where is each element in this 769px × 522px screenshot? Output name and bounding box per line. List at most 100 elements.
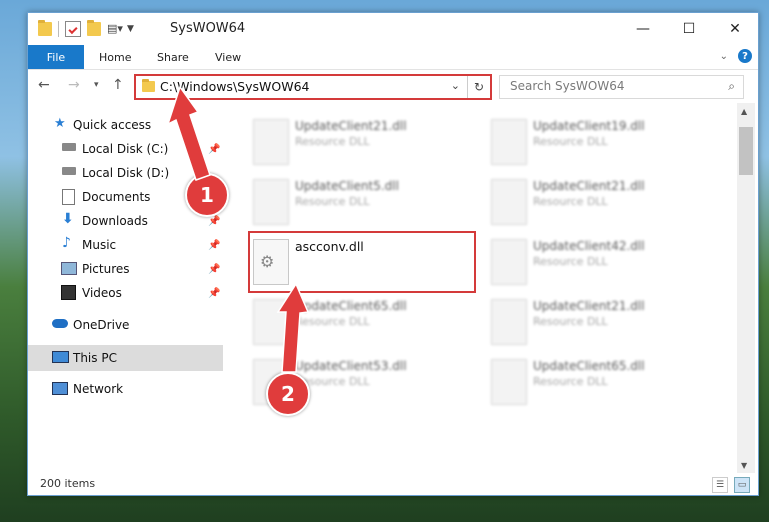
file-name: UpdateClient19.dll xyxy=(533,119,645,133)
film-icon xyxy=(61,285,76,300)
expand-ribbon-icon[interactable]: ⌄ xyxy=(720,51,728,62)
tab-home[interactable]: Home xyxy=(99,45,131,69)
search-input[interactable]: Search SysWOW64 ⌕ xyxy=(499,75,744,99)
sidebar-item-quick-access[interactable]: ★ Quick access xyxy=(28,113,223,137)
sidebar-item-onedrive[interactable]: OneDrive xyxy=(28,313,223,337)
sidebar-item-music[interactable]: ♪ Music 📌 xyxy=(28,233,223,257)
list-item[interactable]: UpdateClient21.dll Resource DLL xyxy=(483,295,703,351)
sidebar-item-label: Quick access xyxy=(73,118,152,132)
sidebar-item-videos[interactable]: Videos 📌 xyxy=(28,281,223,305)
maximize-button[interactable]: ☐ xyxy=(666,13,712,45)
sidebar-item-label: Network xyxy=(73,382,124,396)
details-view-icon[interactable]: ☰ xyxy=(712,477,728,493)
dropdown-arrow-icon[interactable]: ▼ xyxy=(127,22,141,36)
file-name: UpdateClient5.dll xyxy=(295,179,399,193)
file-type: Resource DLL xyxy=(533,375,608,388)
dll-file-icon xyxy=(253,179,289,225)
list-item[interactable]: UpdateClient21.dll Resource DLL xyxy=(245,115,465,171)
dll-file-icon xyxy=(253,299,289,345)
dll-file-icon xyxy=(491,359,527,405)
file-type: Resource DLL xyxy=(533,135,608,148)
folder-icon xyxy=(38,20,52,36)
minimize-button[interactable]: — xyxy=(620,13,666,45)
search-icon[interactable]: ⌕ xyxy=(728,79,735,94)
close-button[interactable]: ✕ xyxy=(712,13,758,45)
sidebar-item-label: Documents xyxy=(82,190,151,204)
file-name: UpdateClient65.dll xyxy=(533,359,645,373)
pin-icon: 📌 xyxy=(208,239,221,251)
recent-locations-icon[interactable]: ▾ xyxy=(94,80,99,90)
sidebar-item-label: Videos xyxy=(82,286,122,300)
window-title: SysWOW64 xyxy=(170,21,246,36)
ribbon-right-controls: ⌄ ? xyxy=(720,49,752,63)
list-item[interactable]: UpdateClient19.dll Resource DLL xyxy=(483,115,703,171)
music-note-icon: ♪ xyxy=(62,235,71,251)
file-type: Resource DLL xyxy=(295,315,370,328)
picture-icon xyxy=(61,262,77,275)
sidebar-item-label: Downloads xyxy=(82,214,148,228)
file-explorer-window: ▤▾ ▼ SysWOW64 — ☐ ✕ File Home Share View… xyxy=(27,12,759,496)
sidebar-item-this-pc[interactable]: This PC xyxy=(28,345,223,371)
sidebar-item-label: Local Disk (C:) xyxy=(82,142,169,156)
pin-icon: 📌 xyxy=(208,287,221,299)
file-name: UpdateClient21.dll xyxy=(533,179,645,193)
navigation-pane: ★ Quick access Local Disk (C:) 📌 Local D… xyxy=(28,103,223,473)
status-bar: 200 items ☰ ▭ xyxy=(28,473,758,495)
scroll-down-icon[interactable]: ▼ xyxy=(741,461,747,470)
back-arrow-icon[interactable]: ← xyxy=(38,77,50,93)
customize-toolbar-icon[interactable]: ▤▾ xyxy=(107,22,123,36)
highlight-box-ascconv xyxy=(248,231,476,293)
help-icon[interactable]: ? xyxy=(738,49,752,63)
sidebar-item-pictures[interactable]: Pictures 📌 xyxy=(28,257,223,281)
address-bar[interactable]: C:\Windows\SysWOW64 ⌄ ↻ xyxy=(134,74,492,100)
address-path[interactable]: C:\Windows\SysWOW64 xyxy=(160,79,309,94)
sidebar-item-label: OneDrive xyxy=(73,318,130,332)
computer-icon xyxy=(52,351,69,363)
tab-view[interactable]: View xyxy=(215,45,241,69)
file-name: UpdateClient53.dll xyxy=(295,359,407,373)
download-arrow-icon: ⬇ xyxy=(62,211,74,227)
list-item[interactable]: UpdateClient65.dll Resource DLL xyxy=(245,295,465,351)
file-type: Resource DLL xyxy=(295,135,370,148)
list-item[interactable]: UpdateClient21.dll Resource DLL xyxy=(483,175,703,231)
network-icon xyxy=(52,382,68,395)
properties-icon[interactable] xyxy=(65,21,81,37)
dll-file-icon xyxy=(491,239,527,285)
address-folder-icon xyxy=(142,79,155,92)
pin-icon: 📌 xyxy=(208,263,221,275)
vertical-scrollbar[interactable]: ▲ ▼ xyxy=(737,103,755,473)
forward-arrow-icon[interactable]: → xyxy=(68,77,80,93)
file-type: Resource DLL xyxy=(533,315,608,328)
scrollbar-thumb[interactable] xyxy=(739,127,753,175)
dll-file-icon xyxy=(491,119,527,165)
pin-icon: 📌 xyxy=(208,215,221,227)
list-item[interactable]: UpdateClient5.dll Resource DLL xyxy=(245,175,465,231)
cloud-icon xyxy=(52,319,68,328)
sidebar-item-label: Music xyxy=(82,238,117,252)
pin-icon: 📌 xyxy=(208,143,221,155)
sidebar-item-network[interactable]: Network xyxy=(28,377,223,401)
file-name: UpdateClient42.dll xyxy=(533,239,645,253)
tab-share[interactable]: Share xyxy=(157,45,189,69)
star-icon: ★ xyxy=(54,116,66,131)
scroll-up-icon[interactable]: ▲ xyxy=(741,107,747,116)
refresh-icon[interactable]: ↻ xyxy=(467,76,490,98)
large-icons-view-icon[interactable]: ▭ xyxy=(734,477,750,493)
drive-icon xyxy=(62,143,76,151)
sidebar-item-label: Local Disk (D:) xyxy=(82,166,170,180)
search-placeholder: Search SysWOW64 xyxy=(510,79,625,93)
sidebar-item-local-disk-c[interactable]: Local Disk (C:) 📌 xyxy=(28,137,223,161)
list-item[interactable]: UpdateClient42.dll Resource DLL xyxy=(483,235,703,291)
ribbon-tabs: File Home Share View ⌄ ? xyxy=(28,45,758,70)
quick-access-toolbar: ▤▾ ▼ xyxy=(38,20,141,37)
dll-file-icon xyxy=(491,299,527,345)
dll-file-icon xyxy=(491,179,527,225)
up-arrow-icon[interactable]: ↑ xyxy=(112,77,124,93)
file-name: UpdateClient21.dll xyxy=(295,119,407,133)
list-item[interactable]: UpdateClient65.dll Resource DLL xyxy=(483,355,703,411)
tab-file[interactable]: File xyxy=(28,45,84,69)
address-dropdown-icon[interactable]: ⌄ xyxy=(451,79,460,92)
item-count: 200 items xyxy=(40,477,96,490)
new-folder-icon[interactable] xyxy=(87,20,101,36)
title-bar: ▤▾ ▼ SysWOW64 — ☐ ✕ xyxy=(28,13,758,45)
